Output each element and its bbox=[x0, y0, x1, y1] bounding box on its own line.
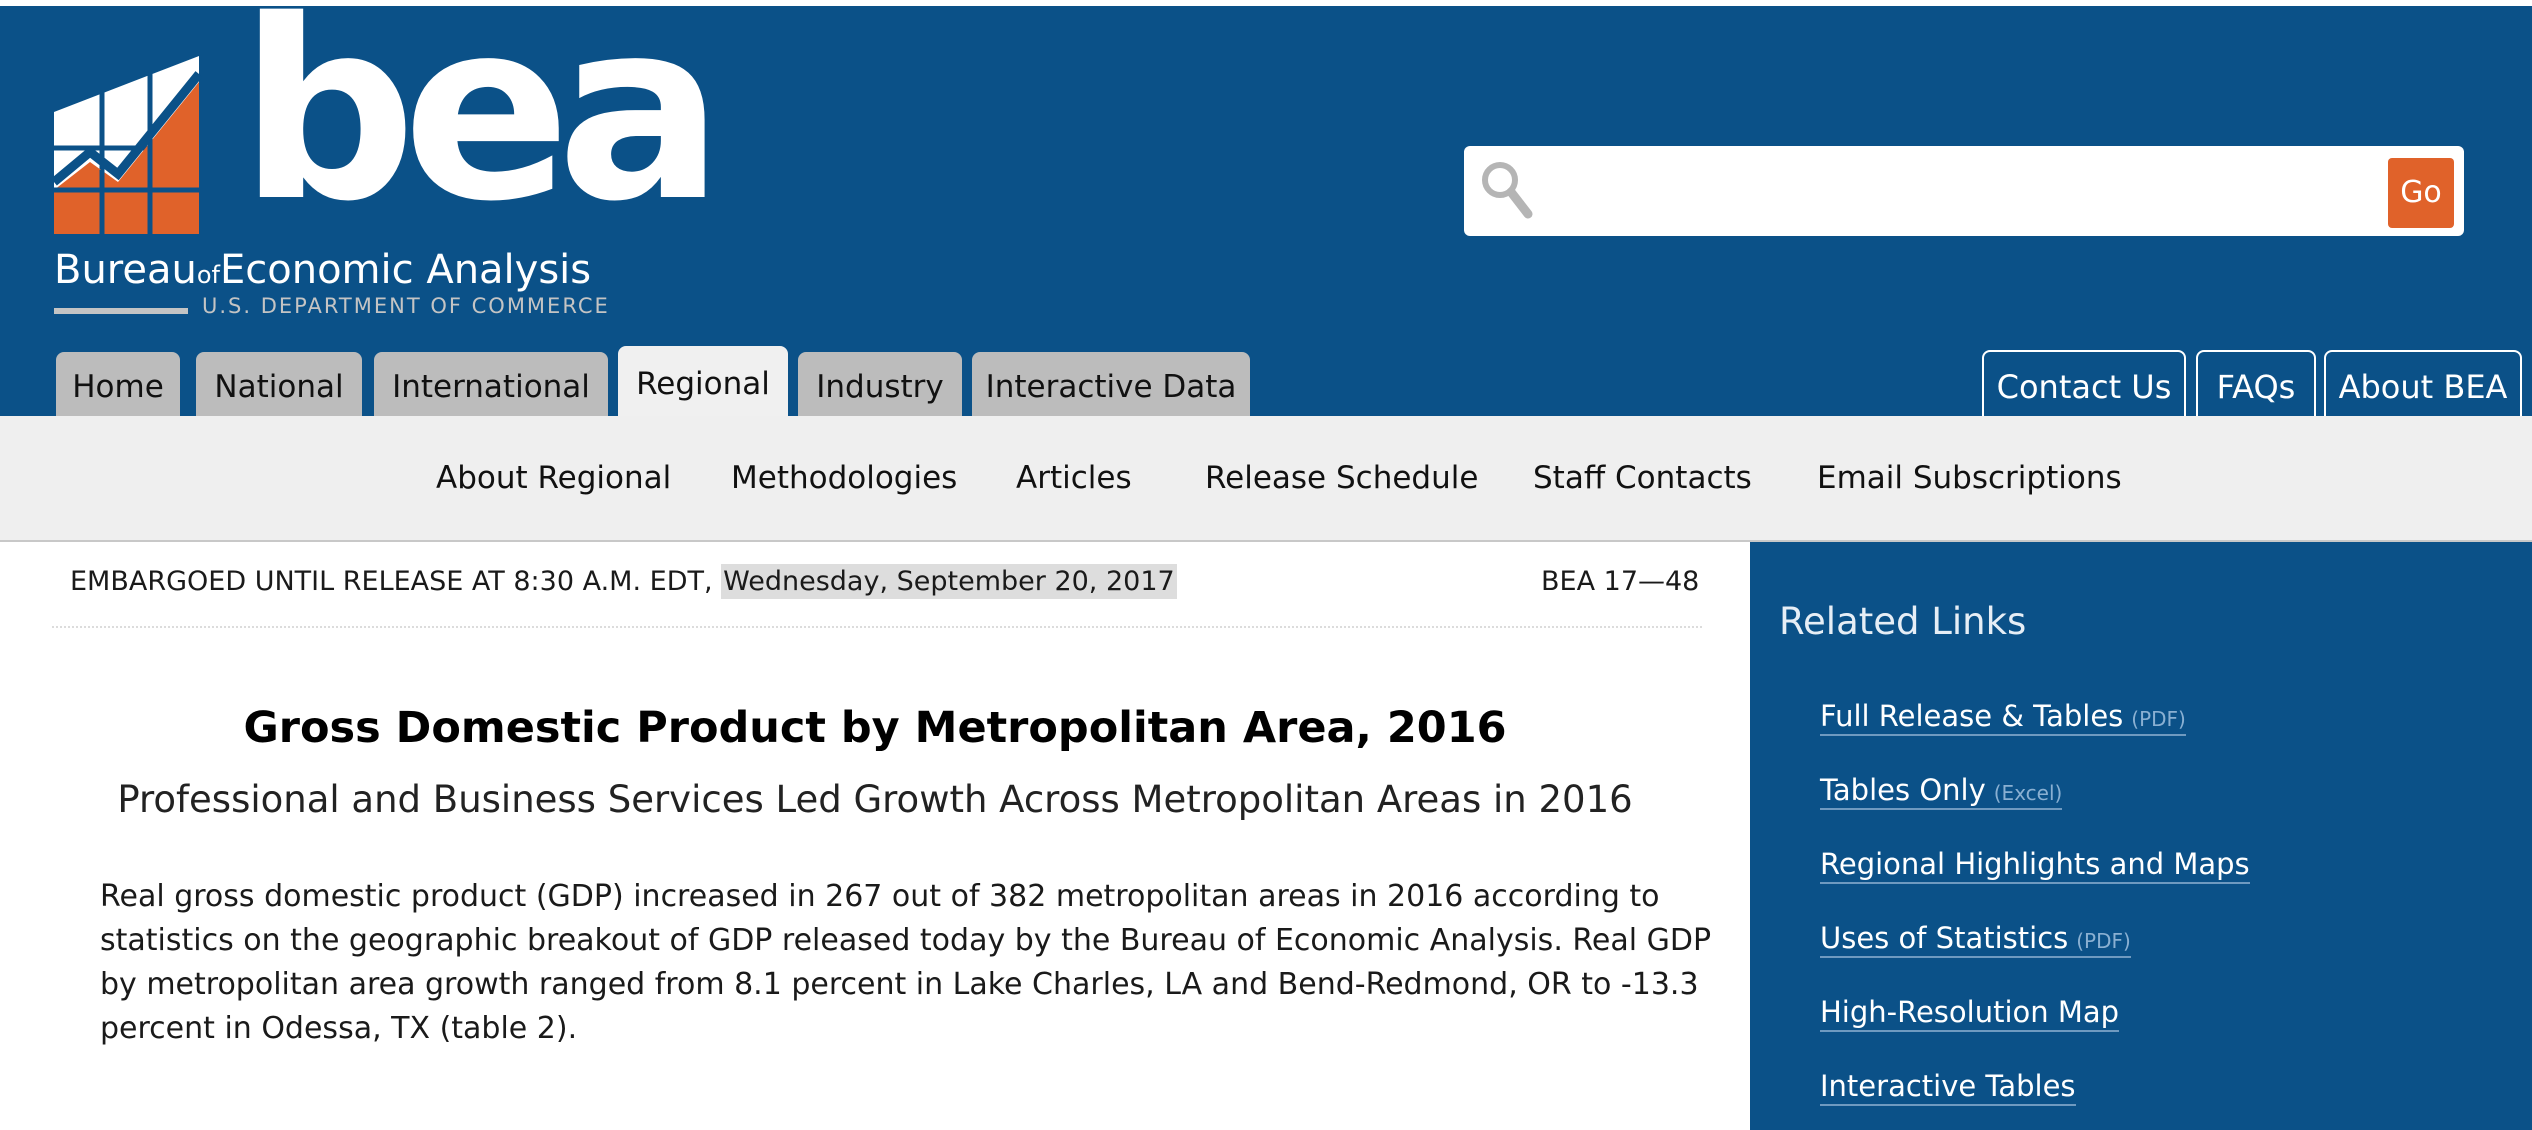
link-label: Regional Highlights and Maps bbox=[1820, 847, 2250, 881]
link-regional-highlights-maps[interactable]: Regional Highlights and Maps bbox=[1820, 847, 2250, 884]
site-header: bea BureauofEconomic Analysis U.S. DEPAR… bbox=[0, 0, 2532, 422]
regional-subnav: About Regional Methodologies Articles Re… bbox=[0, 416, 2532, 542]
logo-rule bbox=[54, 308, 188, 314]
contact-us-button[interactable]: Contact Us bbox=[1982, 350, 2186, 422]
link-label: Uses of Statistics bbox=[1820, 921, 2069, 955]
link-label: Tables Only bbox=[1820, 773, 1986, 807]
subnav-about-regional[interactable]: About Regional bbox=[436, 416, 671, 540]
tab-international[interactable]: International bbox=[374, 352, 608, 422]
intro-paragraph: Real gross domestic product (GDP) increa… bbox=[100, 879, 1712, 1046]
logo-bureau-name: BureauofEconomic Analysis bbox=[54, 250, 591, 290]
faqs-button[interactable]: FAQs bbox=[2196, 350, 2316, 422]
link-interactive-tables[interactable]: Interactive Tables bbox=[1820, 1069, 2076, 1106]
search-input[interactable] bbox=[1544, 156, 2348, 228]
tab-industry[interactable]: Industry bbox=[798, 352, 962, 422]
subnav-release-schedule[interactable]: Release Schedule bbox=[1205, 416, 1478, 540]
chart-logo-icon bbox=[54, 56, 203, 234]
tab-interactive-data[interactable]: Interactive Data bbox=[972, 352, 1250, 422]
tab-regional[interactable]: Regional bbox=[618, 346, 788, 422]
subnav-methodologies[interactable]: Methodologies bbox=[731, 416, 957, 540]
subnav-articles[interactable]: Articles bbox=[1016, 416, 1132, 540]
embargo-notice: EMBARGOED UNTIL RELEASE AT 8:30 A.M. EDT… bbox=[70, 564, 1177, 599]
excel-tag: (Excel) bbox=[1993, 781, 2063, 805]
tab-national[interactable]: National bbox=[196, 352, 362, 422]
link-full-release-tables[interactable]: Full Release & Tables (PDF) bbox=[1820, 699, 2186, 736]
link-high-resolution-map[interactable]: High-Resolution Map bbox=[1820, 995, 2120, 1032]
embargo-prefix: EMBARGOED UNTIL RELEASE AT 8:30 A.M. EDT… bbox=[70, 566, 722, 597]
search-box: Go bbox=[1464, 146, 2464, 236]
logo-of-word: of bbox=[196, 261, 220, 289]
release-number: BEA 17—48 bbox=[1541, 566, 1700, 597]
page-title: Gross Domestic Product by Metropolitan A… bbox=[243, 703, 1507, 753]
logo-department: U.S. DEPARTMENT OF COMMERCE bbox=[202, 294, 610, 318]
pdf-tag: (PDF) bbox=[2131, 707, 2186, 731]
link-uses-of-statistics[interactable]: Uses of Statistics (PDF) bbox=[1820, 921, 2131, 958]
logo-bureau-word: Bureau bbox=[54, 247, 197, 293]
about-bea-button[interactable]: About BEA bbox=[2324, 350, 2522, 422]
page-subtitle: Professional and Business Services Led G… bbox=[117, 778, 1633, 821]
bea-logo[interactable]: bea BureauofEconomic Analysis U.S. DEPAR… bbox=[54, 0, 724, 330]
related-links-heading: Related Links bbox=[1779, 600, 2027, 643]
logo-wordmark: bea bbox=[239, 0, 724, 256]
search-icon bbox=[1482, 162, 1533, 219]
go-button[interactable]: Go bbox=[2388, 158, 2454, 228]
link-label: Full Release & Tables bbox=[1820, 699, 2124, 733]
logo-economic-analysis: Economic Analysis bbox=[219, 247, 592, 293]
embargo-date: Wednesday, September 20, 2017 bbox=[721, 564, 1177, 599]
related-links-sidebar: Related Links Full Release & Tables (PDF)… bbox=[1750, 542, 2532, 1130]
content-divider bbox=[52, 626, 1702, 628]
pdf-tag: (PDF) bbox=[2076, 929, 2131, 953]
link-label: Interactive Tables bbox=[1820, 1069, 2076, 1103]
link-tables-only[interactable]: Tables Only (Excel) bbox=[1820, 773, 2063, 810]
tab-home[interactable]: Home bbox=[56, 352, 180, 422]
subnav-email-subscriptions[interactable]: Email Subscriptions bbox=[1817, 416, 2122, 540]
subnav-staff-contacts[interactable]: Staff Contacts bbox=[1533, 416, 1752, 540]
link-label: High-Resolution Map bbox=[1820, 995, 2120, 1029]
